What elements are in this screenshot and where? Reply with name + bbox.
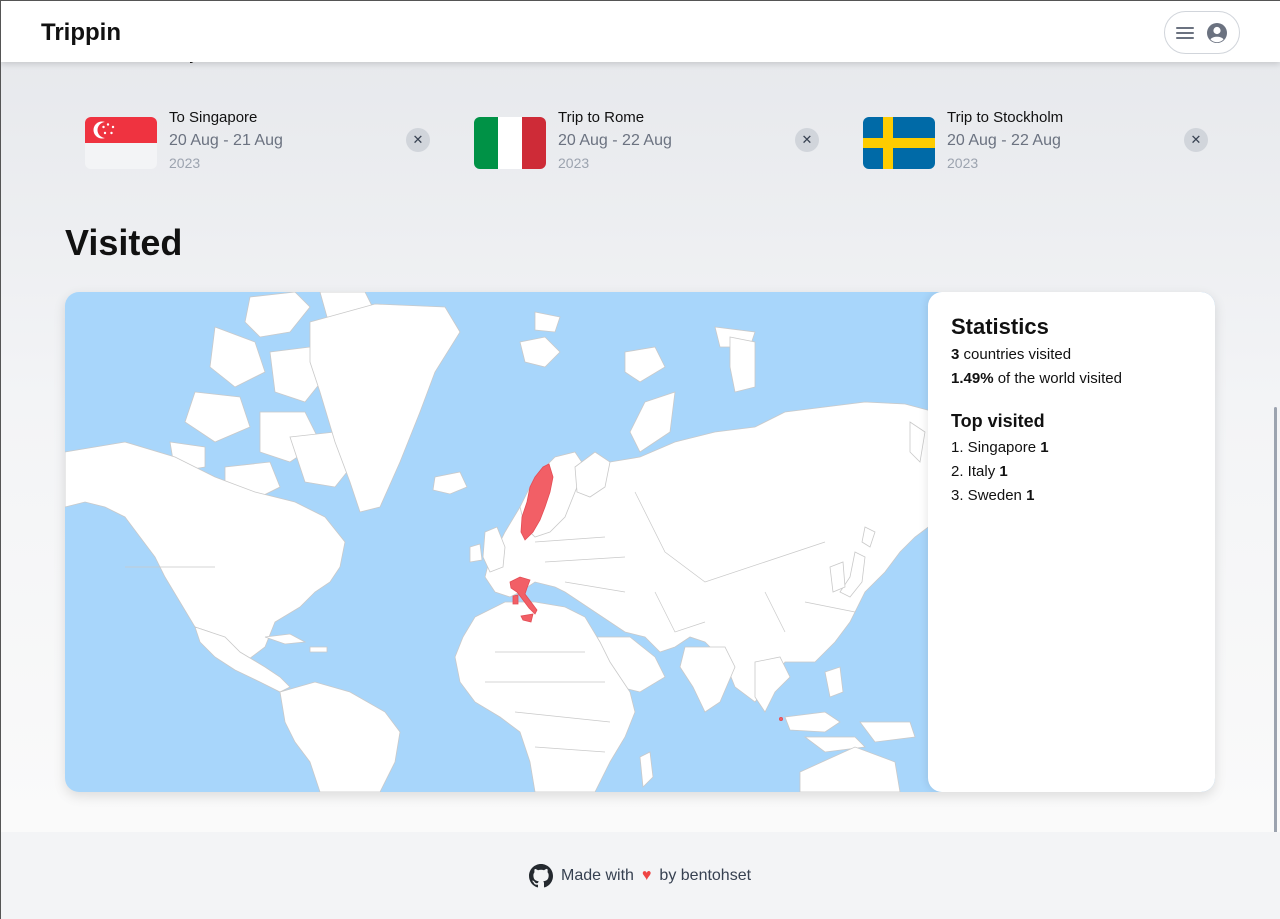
country-name: Sweden <box>963 487 1027 504</box>
trip-year: 2023 <box>947 155 979 171</box>
world-label: of the world visited <box>993 370 1122 387</box>
navbar: Trippin <box>1 1 1280 62</box>
countries-visited-stat: 3 countries visited <box>951 343 1192 367</box>
country-name: Singapore <box>963 439 1041 456</box>
hamburger-icon <box>1176 26 1194 40</box>
trip-year: 2023 <box>169 155 201 171</box>
land-masses <box>65 292 935 792</box>
visited-map-card: Statistics 3 countries visited 1.49% of … <box>65 292 1215 792</box>
trip-card[interactable]: Trip to Rome 20 Aug - 22 Aug 2023 ✕ <box>474 106 824 178</box>
trip-dates: 20 Aug - 22 Aug <box>947 132 1061 149</box>
singapore-marker[interactable] <box>779 716 784 721</box>
remove-trip-button[interactable]: ✕ <box>795 128 819 152</box>
statistics-title: Statistics <box>951 314 1049 339</box>
top-visited-item: 2. Italy 1 <box>951 460 1192 484</box>
visit-count: 1 <box>999 463 1008 480</box>
trip-title: Trip to Stockholm <box>947 109 1064 126</box>
scrollbar-thumb[interactable] <box>1274 407 1277 847</box>
rank: 1. <box>951 439 964 456</box>
italy-sardinia-shape[interactable] <box>512 594 519 605</box>
author-text[interactable]: by bentohset <box>659 867 751 885</box>
trip-year: 2023 <box>558 155 590 171</box>
countries-label: countries visited <box>959 346 1072 363</box>
footer: Made with ♥ by bentohset <box>1 832 1280 919</box>
visited-heading: Visited <box>65 222 183 263</box>
rank: 2. <box>951 463 964 480</box>
top-visited-item: 3. Sweden 1 <box>951 484 1192 508</box>
trip-title: To Singapore <box>169 109 258 126</box>
trip-card[interactable]: To Singapore 20 Aug - 21 Aug 2023 ✕ <box>85 106 435 178</box>
trip-dates: 20 Aug - 21 Aug <box>169 132 283 149</box>
top-visited-title: Top visited <box>951 411 1045 431</box>
world-map[interactable] <box>65 292 935 792</box>
trip-title: Trip to Rome <box>558 109 645 126</box>
github-icon[interactable] <box>529 864 553 888</box>
visit-count: 1 <box>1026 487 1035 504</box>
world-visited-stat: 1.49% of the world visited <box>951 367 1192 391</box>
visit-count: 1 <box>1040 439 1049 456</box>
singapore-flag <box>85 117 157 169</box>
app-title[interactable]: Trippin <box>41 19 121 47</box>
top-visited-item: 1. Singapore 1 <box>951 436 1192 460</box>
trip-card[interactable]: Trip to Stockholm 20 Aug - 22 Aug 2023 ✕ <box>863 106 1213 178</box>
country-name: Italy <box>963 463 1000 480</box>
user-menu-button[interactable] <box>1164 11 1240 54</box>
heart-icon: ♥ <box>641 867 652 884</box>
remove-trip-button[interactable]: ✕ <box>406 128 430 152</box>
italy-flag <box>474 117 546 169</box>
remove-trip-button[interactable]: ✕ <box>1184 128 1208 152</box>
rank: 3. <box>951 487 964 504</box>
made-with-text: Made with <box>561 867 634 884</box>
scrollbar[interactable] <box>1266 62 1280 919</box>
trip-dates: 20 Aug - 22 Aug <box>558 132 672 149</box>
statistics-panel: Statistics 3 countries visited 1.49% of … <box>928 292 1215 792</box>
world-percent: 1.49% <box>951 370 994 387</box>
user-circle-icon <box>1207 22 1227 43</box>
window-border <box>0 0 1 919</box>
window-border-top <box>0 0 1280 1</box>
footer-credit: Made with ♥ by bentohset <box>529 864 751 888</box>
sweden-flag <box>863 117 935 169</box>
